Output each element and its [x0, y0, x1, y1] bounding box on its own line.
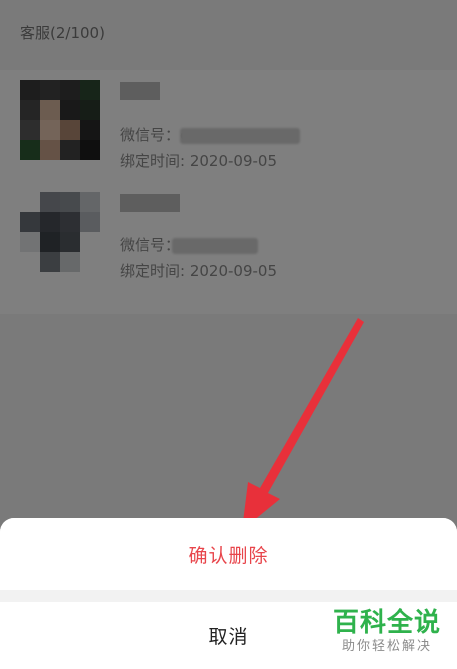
watermark: 百科全说 助你轻松解决: [333, 608, 441, 656]
watermark-subtitle: 助你轻松解决: [341, 639, 432, 654]
confirm-delete-button[interactable]: 确认删除: [0, 518, 457, 590]
watermark-title: 百科全说: [332, 608, 441, 638]
